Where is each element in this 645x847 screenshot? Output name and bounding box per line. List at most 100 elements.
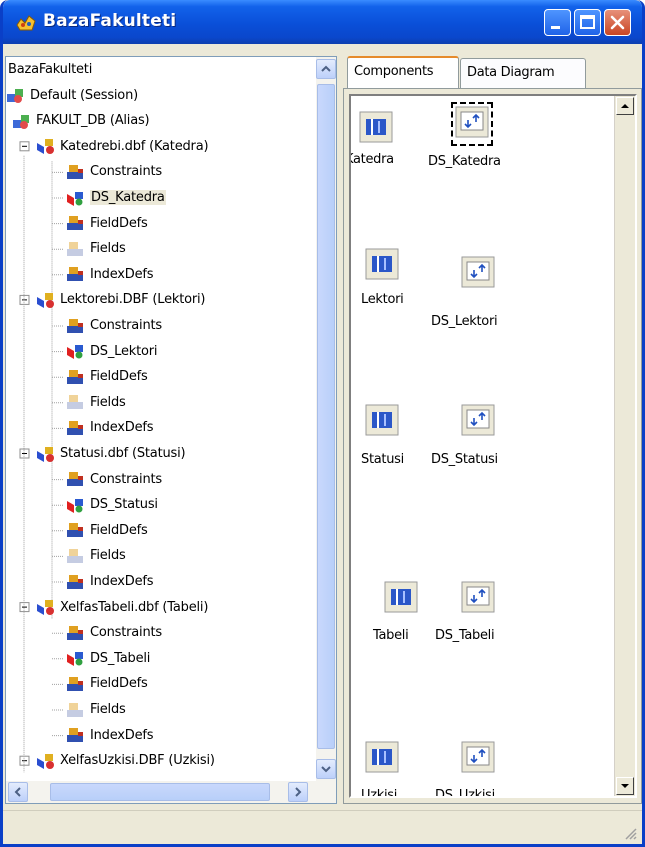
resize-grip-icon[interactable] — [622, 825, 638, 841]
tree-node-label: FieldDefs — [90, 215, 148, 231]
datasource-component-icon[interactable] — [461, 256, 495, 292]
table-component-label: Katedra — [349, 152, 394, 167]
table-icon — [36, 137, 58, 155]
table-component-icon[interactable] — [359, 111, 393, 147]
tree-node[interactable]: IndexDefs — [66, 264, 154, 286]
close-button[interactable] — [604, 9, 631, 36]
table-component-icon[interactable] — [384, 581, 418, 617]
components-scroll-up-button[interactable] — [616, 97, 634, 115]
datasource-component-icon[interactable] — [451, 102, 493, 146]
components-canvas[interactable]: Katedra DS_Katedra Lektori DS_Lektori Status… — [349, 94, 637, 798]
tree-node-label: DS_Katedra — [90, 190, 166, 205]
app-icon — [16, 15, 36, 31]
tree-node[interactable]: FieldDefs — [66, 213, 148, 235]
session-tree-view[interactable]: BazaFakulteti Default (Session) FAKULT_DB … — [5, 56, 337, 804]
tree-node-label: DS_Statusi — [90, 497, 158, 513]
table-component-icon[interactable] — [365, 404, 399, 440]
components-scroll-down-button[interactable] — [616, 777, 634, 795]
datasource-icon — [66, 342, 88, 360]
component-icon — [66, 726, 88, 744]
tree-node[interactable]: DS_Statusi — [66, 494, 158, 516]
datasource-component-label: DS_Statusi — [431, 452, 498, 467]
tree-node[interactable]: Katedrebi.dbf (Katedra) — [36, 136, 209, 158]
tree-node[interactable]: IndexDefs — [66, 417, 154, 439]
tree-node[interactable]: DS_Katedra — [66, 187, 166, 209]
chevron-down-icon — [321, 766, 331, 773]
tree-vertical-scrollbar[interactable] — [316, 57, 336, 782]
scroll-down-button[interactable] — [316, 759, 336, 779]
tree-node[interactable]: FieldDefs — [66, 520, 148, 542]
table-component-icon[interactable] — [365, 741, 399, 777]
tree-node[interactable]: Constraints — [66, 315, 162, 337]
title-bar[interactable]: BazaFakulteti — [3, 0, 642, 44]
tree-node[interactable]: Constraints — [66, 622, 162, 644]
component-faded-icon — [66, 547, 88, 565]
minimize-button[interactable] — [544, 9, 571, 36]
tree-node-label: Constraints — [90, 164, 162, 180]
tab-components[interactable]: Components — [347, 56, 459, 88]
tree-node[interactable]: Fields — [66, 545, 126, 567]
component-icon — [66, 419, 88, 437]
triangle-up-icon — [621, 104, 629, 108]
tree-node[interactable]: Statusi.dbf (Statusi) — [36, 443, 186, 465]
tree-node[interactable]: Fields — [66, 238, 126, 260]
maximize-button[interactable] — [574, 9, 601, 36]
scroll-left-button[interactable] — [8, 782, 28, 802]
datasource-component-icon[interactable] — [461, 581, 495, 617]
table-component-icon[interactable] — [365, 248, 399, 284]
datasource-component-label: DS_Tabeli — [435, 628, 495, 643]
tree-node[interactable]: Fields — [66, 699, 126, 721]
table-component-label: Tabeli — [373, 628, 409, 643]
tree-node[interactable]: IndexDefs — [66, 725, 154, 747]
components-vertical-scrollbar[interactable] — [614, 96, 635, 796]
component-icon — [66, 317, 88, 335]
tree-node[interactable]: Constraints — [66, 469, 162, 491]
datasource-component-label: DS_Lektori — [431, 314, 498, 329]
tree-node-label: Fields — [90, 548, 126, 564]
component-icon — [66, 265, 88, 283]
tree-node[interactable]: XelfasTabeli.dbf (Tabeli) — [36, 597, 208, 619]
horizontal-scroll-thumb[interactable] — [50, 783, 270, 801]
vertical-scroll-thumb[interactable] — [317, 84, 335, 749]
tree-node[interactable]: DS_Lektori — [66, 341, 158, 363]
tree-node[interactable]: IndexDefs — [66, 571, 154, 593]
tree-node-label: FAKULT_DB (Alias) — [36, 113, 150, 129]
tree-node[interactable]: FieldDefs — [66, 673, 148, 695]
maximize-icon — [580, 15, 595, 29]
table-component-label: Uzkisi — [361, 788, 398, 798]
component-icon — [66, 521, 88, 539]
tree-node[interactable]: Lektorebi.DBF (Lektori) — [36, 289, 205, 311]
tree-node[interactable]: Constraints — [66, 161, 162, 183]
datasource-icon — [66, 496, 88, 514]
datasource-component-icon[interactable] — [461, 404, 495, 440]
datasource-component-label: DS_Katedra — [428, 154, 501, 169]
component-icon — [66, 675, 88, 693]
tree-node-label: Fields — [90, 394, 126, 410]
tree-node-label: IndexDefs — [90, 727, 154, 743]
scroll-up-button[interactable] — [316, 59, 336, 79]
component-faded-icon — [66, 240, 88, 258]
tree-node[interactable]: DS_Tabeli — [66, 648, 150, 670]
datasource-icon — [66, 649, 88, 667]
tree-horizontal-scrollbar[interactable] — [6, 781, 336, 803]
tree-node[interactable]: BazaFakulteti — [8, 59, 92, 81]
tree-node-label: DS_Lektori — [90, 343, 158, 359]
session-icon — [6, 86, 28, 104]
scroll-right-button[interactable] — [288, 782, 308, 802]
tree-node[interactable]: XelfasUzkisi.DBF (Uzkisi) — [36, 750, 215, 772]
chevron-right-icon — [295, 787, 302, 797]
tree-node-label: IndexDefs — [90, 266, 154, 282]
collapse-toggle-icon[interactable] — [19, 141, 30, 152]
datasource-icon — [66, 189, 88, 207]
tree-node[interactable]: FAKULT_DB (Alias) — [12, 110, 150, 132]
datasource-component-icon[interactable] — [461, 741, 495, 777]
status-bar — [3, 810, 642, 844]
tab-data-diagram[interactable]: Data Diagram — [460, 58, 586, 88]
component-faded-icon — [66, 393, 88, 411]
tree-node[interactable]: FieldDefs — [66, 366, 148, 388]
component-icon — [66, 368, 88, 386]
tree-node-label: Constraints — [90, 625, 162, 641]
tree-node[interactable]: Default (Session) — [6, 85, 138, 107]
tree-node-label: IndexDefs — [90, 420, 154, 436]
tree-node[interactable]: Fields — [66, 392, 126, 414]
